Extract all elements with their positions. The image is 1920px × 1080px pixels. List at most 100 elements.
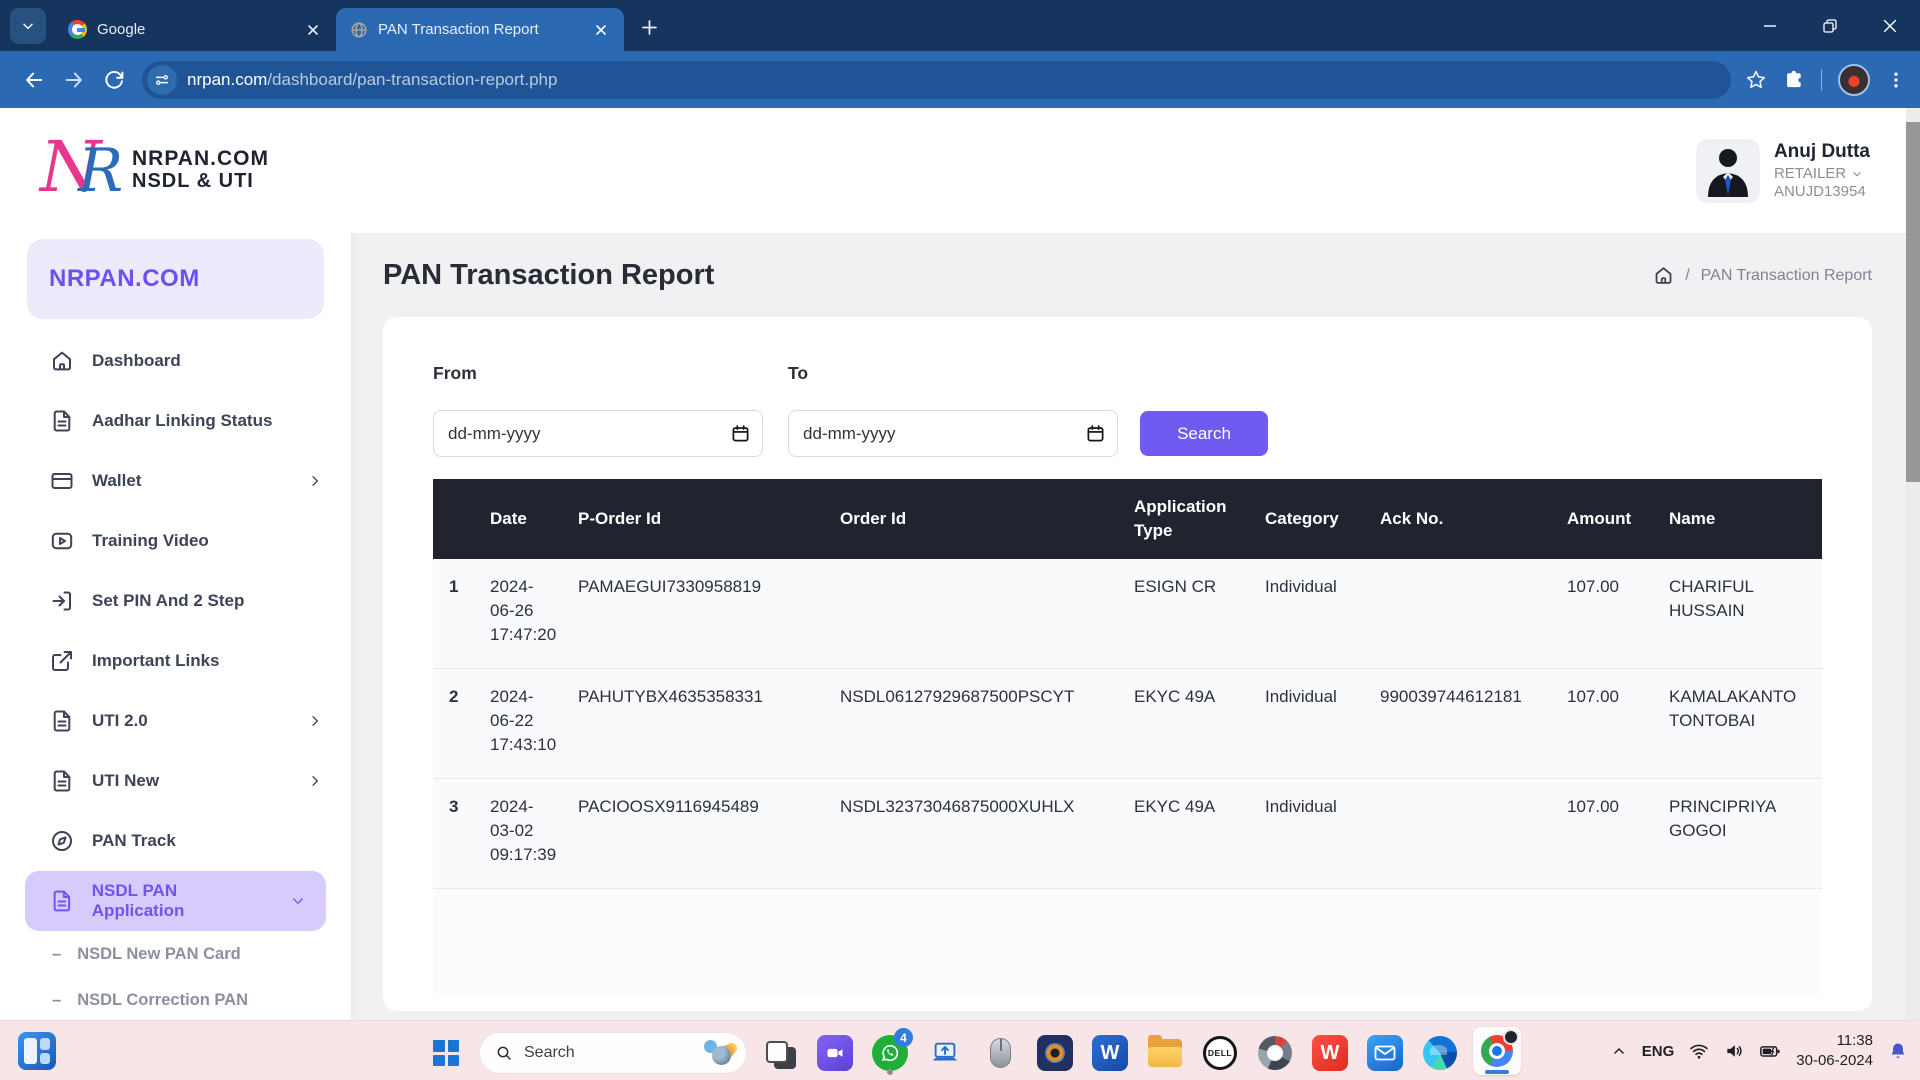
sidebar-item-aadhar-linking-status[interactable]: Aadhar Linking Status xyxy=(0,391,351,451)
scrollbar-thumb[interactable] xyxy=(1906,122,1920,482)
sidebar-item-pan-track[interactable]: PAN Track xyxy=(0,811,351,871)
language-indicator[interactable]: ENG xyxy=(1642,1043,1675,1060)
sidebar-item-training-video[interactable]: Training Video xyxy=(0,511,351,571)
transactions-table: Date P-Order Id Order Id Application Typ… xyxy=(433,479,1822,997)
window-restore-button[interactable] xyxy=(1800,0,1860,51)
forward-button[interactable] xyxy=(54,60,94,100)
sidebar-brand-label: NRPAN.COM xyxy=(49,265,200,293)
calendar-icon[interactable] xyxy=(731,424,750,443)
sidebar-subitem-label: NSDL New PAN Card xyxy=(77,945,241,964)
document-icon xyxy=(50,409,74,433)
col-order-id: Order Id xyxy=(828,507,1122,531)
system-tray: ENG 11:38 30-06-2024 xyxy=(1611,1021,1908,1080)
calendar-icon[interactable] xyxy=(1086,424,1105,443)
active-app-indicator xyxy=(1485,1070,1509,1074)
volume-icon[interactable] xyxy=(1724,1041,1744,1061)
window-minimize-button[interactable] xyxy=(1740,0,1800,51)
window-controls xyxy=(1740,0,1920,51)
extensions-puzzle-icon[interactable] xyxy=(1783,69,1805,91)
logo-line1: NRPAN.COM xyxy=(132,148,269,171)
sidebar-subitem-nsdl-new-pan-card[interactable]: – NSDL New PAN Card xyxy=(0,931,351,977)
chrome-icon-active[interactable] xyxy=(1473,1027,1521,1075)
photoscape-x-icon[interactable] xyxy=(1253,1031,1297,1075)
battery-icon[interactable] xyxy=(1759,1041,1781,1061)
table-row: 3 2024-03-02 09:17:39 PACIOOSX9116945489… xyxy=(433,779,1822,889)
sidebar-subitem-label: NSDL Correction PAN xyxy=(77,991,248,1010)
tab-search-button[interactable] xyxy=(10,8,46,44)
sidebar-item-dashboard[interactable]: Dashboard xyxy=(0,331,351,391)
breadcrumb: / PAN Transaction Report xyxy=(1653,265,1872,286)
sidebar: N R NRPAN.COM NSDL & UTI NRPAN.COM Dashb… xyxy=(0,108,351,1020)
sidebar-item-label: UTI 2.0 xyxy=(92,711,148,731)
mouse-utility-icon[interactable] xyxy=(978,1031,1022,1075)
site-logo[interactable]: N R NRPAN.COM NSDL & UTI xyxy=(0,108,351,233)
compass-icon xyxy=(50,829,74,853)
sidebar-item-set-pin-and-2-step[interactable]: Set PIN And 2 Step xyxy=(0,571,351,631)
user-role: RETAILER xyxy=(1774,165,1846,182)
webpage: N R NRPAN.COM NSDL & UTI NRPAN.COM Dashb… xyxy=(0,108,1920,1020)
menu-kebab-icon[interactable] xyxy=(1886,70,1906,90)
sidebar-item-label: UTI New xyxy=(92,771,159,791)
google-favicon-icon xyxy=(68,20,87,39)
wifi-icon[interactable] xyxy=(1689,1041,1709,1061)
from-date-input[interactable] xyxy=(433,410,763,457)
tray-chevron-up-icon[interactable] xyxy=(1611,1043,1627,1059)
tab-close-icon[interactable] xyxy=(302,19,324,41)
sidebar-subitem-nsdl-correction-pan[interactable]: – NSDL Correction PAN xyxy=(0,977,351,1020)
photoscape-icon[interactable] xyxy=(1033,1031,1077,1075)
file-explorer-icon[interactable] xyxy=(1143,1031,1187,1075)
sidebar-item-wallet[interactable]: Wallet xyxy=(0,451,351,511)
wps-office-icon[interactable]: W xyxy=(1308,1031,1352,1075)
page-scrollbar[interactable] xyxy=(1906,108,1920,1020)
sidebar-item-uti-new[interactable]: UTI New xyxy=(0,751,351,811)
login-icon xyxy=(50,589,74,613)
from-label: From xyxy=(433,363,763,384)
window-close-button[interactable] xyxy=(1860,0,1920,51)
browser-profile-avatar[interactable] xyxy=(1838,64,1870,96)
logo-text: NRPAN.COM NSDL & UTI xyxy=(132,148,269,192)
edge-icon[interactable] xyxy=(1418,1031,1462,1075)
search-button[interactable]: Search xyxy=(1140,411,1268,456)
globe-favicon-icon xyxy=(350,21,368,39)
tab-google[interactable]: Google xyxy=(54,8,336,51)
video-meet-app-icon[interactable] xyxy=(813,1031,857,1075)
task-view-icon[interactable] xyxy=(758,1031,802,1075)
browser-titlebar: Google PAN Transaction Report xyxy=(0,0,1920,51)
toolbar-divider xyxy=(1821,69,1822,91)
taskbar-search[interactable]: Search xyxy=(479,1032,747,1074)
whatsapp-icon[interactable]: 4 xyxy=(868,1031,912,1075)
sidebar-item-label: Dashboard xyxy=(92,351,181,371)
laptop-update-app-icon[interactable] xyxy=(923,1031,967,1075)
sidebar-item-important-links[interactable]: Important Links xyxy=(0,631,351,691)
tab-close-icon[interactable] xyxy=(590,19,612,41)
chevron-down-icon xyxy=(290,893,306,909)
site-info-icon[interactable] xyxy=(147,65,177,95)
tab-pan-transaction-report[interactable]: PAN Transaction Report xyxy=(336,8,624,51)
widgets-icon[interactable] xyxy=(18,1032,56,1070)
user-info: Anuj Dutta RETAILER ANUJD13954 xyxy=(1774,141,1870,200)
sidebar-item-nsdl-pan-application[interactable]: NSDL PAN Application xyxy=(25,871,326,931)
dell-app-icon[interactable]: DELL xyxy=(1198,1031,1242,1075)
notification-bell-icon[interactable] xyxy=(1888,1040,1908,1062)
content-area: PAN Transaction Report / PAN Transaction… xyxy=(351,233,1920,1020)
topbar: Anuj Dutta RETAILER ANUJD13954 xyxy=(351,108,1920,233)
sidebar-item-label: Aadhar Linking Status xyxy=(92,411,272,431)
mail-icon[interactable] xyxy=(1363,1031,1407,1075)
start-button[interactable] xyxy=(424,1031,468,1075)
home-icon[interactable] xyxy=(1653,265,1674,286)
bookmark-star-icon[interactable] xyxy=(1745,69,1767,91)
reload-button[interactable] xyxy=(94,60,134,100)
clock[interactable]: 11:38 30-06-2024 xyxy=(1796,1031,1873,1072)
user-profile-chip[interactable]: Anuj Dutta RETAILER ANUJD13954 xyxy=(1696,139,1870,203)
to-date-input[interactable] xyxy=(788,410,1118,457)
word-icon[interactable]: W xyxy=(1088,1031,1132,1075)
document-icon xyxy=(50,889,74,913)
whatsapp-badge: 4 xyxy=(894,1028,913,1047)
clock-time: 11:38 xyxy=(1796,1031,1873,1051)
address-bar[interactable]: nrpan.com/dashboard/pan-transaction-repo… xyxy=(142,61,1731,99)
new-tab-button[interactable] xyxy=(634,12,664,42)
back-button[interactable] xyxy=(14,60,54,100)
col-category: Category xyxy=(1253,507,1368,531)
sidebar-item-uti-2-0[interactable]: UTI 2.0 xyxy=(0,691,351,751)
col-name: Name xyxy=(1657,507,1822,531)
